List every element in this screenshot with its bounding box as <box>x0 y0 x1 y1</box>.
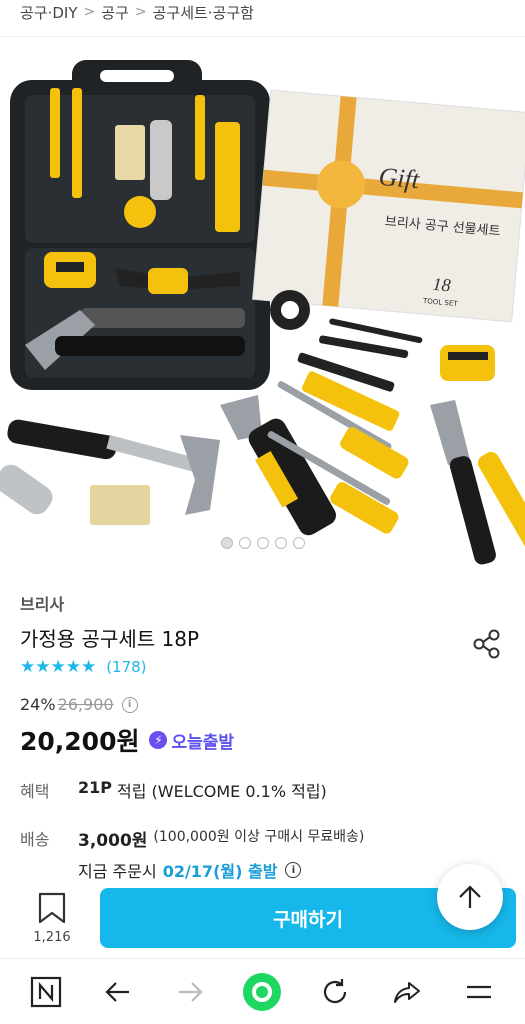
naver-button[interactable] <box>24 970 68 1014</box>
brand-name[interactable]: 브리사 <box>20 591 64 615</box>
benefit-text: 적립 (WELCOME 0.1% 적립) <box>117 782 327 801</box>
benefit-label: 혜택 <box>20 782 50 801</box>
bookmark-button[interactable]: 1,216 <box>24 892 80 945</box>
rating[interactable]: ★★★★★ (178) <box>20 657 147 677</box>
arrow-up-icon <box>459 885 481 908</box>
carousel-dot[interactable] <box>274 537 287 549</box>
naver-icon <box>30 976 62 1007</box>
share-page-button[interactable] <box>385 970 429 1014</box>
benefit-row: 혜택 21P 적립 (WELCOME 0.1% 적립) <box>20 778 327 802</box>
home-dot-icon <box>243 972 282 1011</box>
benefit-points: 21P <box>78 778 112 797</box>
today-shipping-label: 오늘출발 <box>171 732 235 753</box>
breadcrumb-item-category[interactable]: 공구·DIY <box>20 2 78 23</box>
shipping-row: 배송 3,000원 (100,000원 이상 구매시 무료배송) <box>20 826 364 851</box>
carousel-dot[interactable] <box>256 537 269 549</box>
product-image[interactable]: Gift 브리사 공구 선물세트 18 TOOL SET <box>0 40 525 570</box>
sale-price: 20,200원 <box>20 727 140 756</box>
bookmark-icon <box>38 892 66 924</box>
carousel-dot[interactable] <box>292 537 305 549</box>
carousel-dot[interactable] <box>238 537 251 549</box>
shipping-label: 배송 <box>20 830 50 849</box>
share-arrow-icon <box>393 981 420 1003</box>
bookmark-count: 1,216 <box>33 930 71 945</box>
image-carousel-indicator[interactable] <box>0 537 525 549</box>
forward-button[interactable] <box>168 970 212 1014</box>
breadcrumb-separator: > <box>134 4 147 20</box>
shipping-eta: 지금 주문시 02/17(월) 출발 i <box>78 858 302 882</box>
lightning-icon: ⚡ <box>149 731 168 749</box>
forward-icon <box>179 981 203 1002</box>
eta-date: 02/17(월) 출발 <box>162 862 278 881</box>
gift-box-count: 18 <box>432 274 452 295</box>
gift-box-text: Gift <box>378 162 422 194</box>
discount-row: 24% 26,900 i <box>20 695 138 714</box>
browser-nav-bar <box>0 958 525 1024</box>
carousel-dot[interactable] <box>220 537 233 549</box>
info-icon[interactable]: i <box>121 696 138 713</box>
share-icon <box>473 629 500 659</box>
product-title: 가정용 공구세트 18P <box>20 627 200 651</box>
today-shipping-badge: ⚡ 오늘출발 <box>149 728 234 753</box>
star-rating-icon: ★★★★★ <box>20 657 97 677</box>
breadcrumb-item-tools[interactable]: 공구 <box>101 2 129 23</box>
original-price: 26,900 <box>57 695 114 714</box>
share-button[interactable] <box>471 628 503 660</box>
shipping-note: (100,000원 이상 구매시 무료배송) <box>153 829 365 845</box>
home-button[interactable] <box>240 970 284 1014</box>
refresh-icon <box>323 978 346 1003</box>
breadcrumb: 공구·DIY > 공구 > 공구세트·공구함 <box>20 0 254 24</box>
discount-rate: 24% <box>20 695 56 714</box>
review-count[interactable]: (178) <box>106 658 146 676</box>
back-icon <box>105 981 130 1002</box>
info-icon[interactable]: i <box>285 862 302 878</box>
divider <box>0 36 525 37</box>
menu-button[interactable] <box>457 970 501 1014</box>
refresh-button[interactable] <box>313 970 357 1014</box>
shipping-fee: 3,000원 <box>78 831 148 851</box>
breadcrumb-item-toolset[interactable]: 공구세트·공구함 <box>153 2 254 23</box>
scroll-top-button[interactable] <box>437 864 503 930</box>
breadcrumb-separator: > <box>83 4 96 20</box>
back-button[interactable] <box>96 970 140 1014</box>
sale-price-row: 20,200원 ⚡ 오늘출발 <box>20 722 234 758</box>
eta-prefix: 지금 주문시 <box>78 862 157 881</box>
menu-icon <box>466 985 491 998</box>
